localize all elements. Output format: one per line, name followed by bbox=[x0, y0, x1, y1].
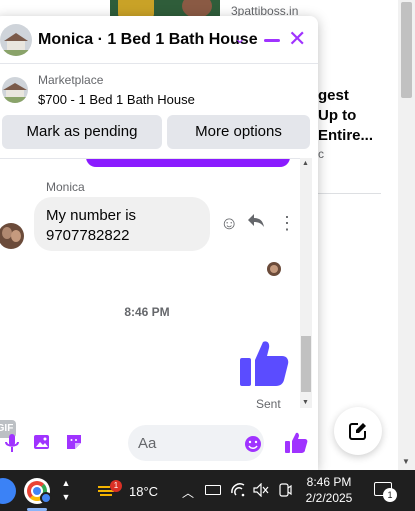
sender-name: Monica bbox=[46, 180, 85, 194]
listing-avatar[interactable] bbox=[0, 24, 32, 56]
message-scrollbar[interactable]: ▲ ▼ bbox=[300, 158, 312, 408]
ad-title[interactable]: gest Up to Entire... bbox=[318, 86, 373, 146]
page-scrollbar[interactable]: ▼ bbox=[398, 0, 415, 470]
thumbs-up-sticker-icon[interactable] bbox=[238, 338, 290, 390]
chrome-icon[interactable] bbox=[24, 478, 52, 504]
clock-date: 2/2/2025 bbox=[305, 491, 353, 505]
avatar[interactable] bbox=[0, 223, 24, 249]
chat-header: Monica · 1 Bed 1 Bath House ⌄ ✕ bbox=[0, 16, 318, 64]
scroll-down-arrow-icon[interactable]: ▼ bbox=[402, 457, 410, 466]
previous-message-bubble[interactable] bbox=[86, 159, 290, 167]
emoji-icon[interactable] bbox=[244, 435, 262, 453]
clock[interactable]: 8:46 PM 2/2/2025 bbox=[302, 474, 356, 506]
weather-badge: 1 bbox=[110, 480, 122, 492]
sent-status: Sent bbox=[256, 397, 281, 408]
taskbar: ▲ ▼ 1 18°C ︿ 8:46 PM 2/2/2025 1 bbox=[0, 470, 415, 511]
timestamp: 8:46 PM bbox=[124, 305, 170, 319]
photo-icon[interactable] bbox=[32, 432, 52, 452]
taskbar-app-icon[interactable] bbox=[0, 478, 16, 504]
minimize-icon[interactable] bbox=[264, 39, 280, 42]
more-options-button[interactable]: More options bbox=[167, 115, 310, 149]
listing-thumbnail bbox=[2, 77, 28, 103]
battery-icon[interactable] bbox=[205, 485, 221, 495]
chat-title[interactable]: Monica · 1 Bed 1 Bath House bbox=[38, 31, 258, 49]
mark-as-pending-button[interactable]: Mark as pending bbox=[2, 115, 162, 149]
seen-avatar bbox=[267, 262, 281, 276]
message-bubble[interactable]: My number is 9707782822 bbox=[34, 197, 210, 251]
show-hidden-icons-icon[interactable]: ︿ bbox=[182, 484, 194, 501]
notification-count: 1 bbox=[383, 488, 397, 502]
microphone-icon[interactable] bbox=[2, 432, 22, 452]
volume-icon[interactable] bbox=[253, 482, 269, 500]
taskbar-scroll-icon[interactable]: ▲ ▼ bbox=[60, 476, 72, 504]
marketplace-listing[interactable]: Marketplace $700 - 1 Bed 1 Bath House bbox=[0, 65, 318, 115]
like-icon[interactable] bbox=[284, 431, 308, 455]
clock-time: 8:46 PM bbox=[306, 475, 352, 489]
listing-title: $700 - 1 Bed 1 Bath House bbox=[38, 92, 195, 107]
react-emoji-icon[interactable]: ☺ bbox=[220, 213, 238, 234]
chevron-down-icon[interactable]: ⌄ bbox=[234, 30, 246, 47]
chat-window: Monica · 1 Bed 1 Bath House ⌄ ✕ Marketpl… bbox=[0, 16, 318, 470]
new-message-button[interactable] bbox=[334, 407, 382, 455]
message-list[interactable]: Monica My number is 9707782822 ☺ ⋮ 8:46 … bbox=[0, 158, 300, 408]
message-scrollbar-thumb[interactable] bbox=[301, 336, 311, 392]
page-scrollbar-thumb[interactable] bbox=[401, 2, 412, 98]
scroll-down-arrow-icon[interactable]: ▼ bbox=[302, 399, 309, 406]
sticker-icon[interactable] bbox=[64, 432, 84, 452]
close-icon[interactable]: ✕ bbox=[288, 28, 306, 50]
camera-icon[interactable] bbox=[278, 483, 292, 500]
wifi-icon[interactable] bbox=[230, 483, 246, 500]
temperature[interactable]: 18°C bbox=[129, 484, 158, 499]
ad-subtitle: c bbox=[318, 147, 324, 161]
scroll-up-arrow-icon[interactable]: ▲ bbox=[302, 160, 309, 167]
reply-icon[interactable] bbox=[247, 213, 265, 234]
divider bbox=[318, 193, 381, 194]
compose-icon bbox=[349, 423, 366, 440]
marketplace-label: Marketplace bbox=[38, 73, 104, 87]
composer: GIF bbox=[0, 420, 318, 470]
more-actions-icon[interactable]: ⋮ bbox=[278, 213, 296, 234]
